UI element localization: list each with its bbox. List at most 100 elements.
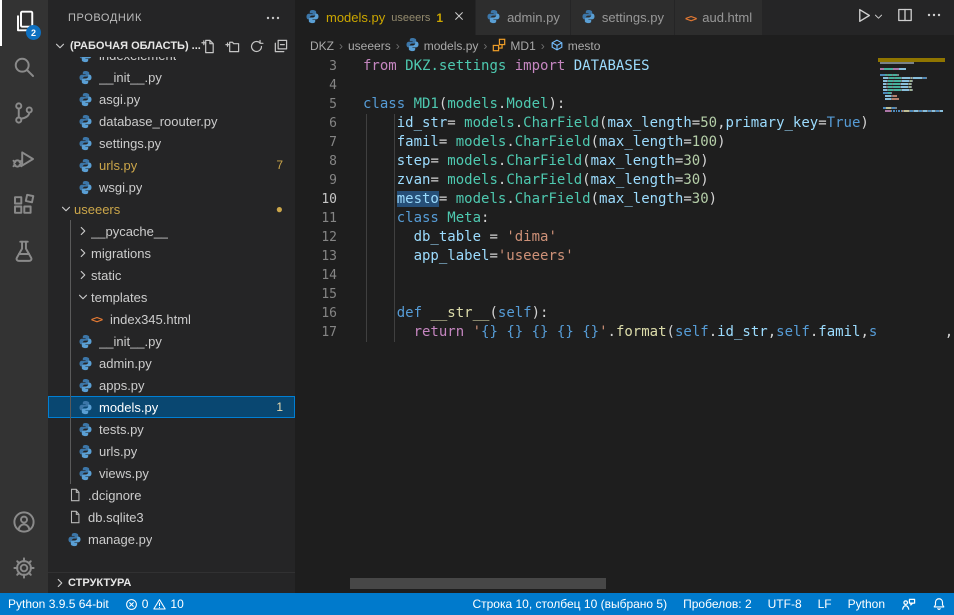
code-line-3[interactable]: 3from DKZ.settings import DATABASES [295, 57, 954, 76]
workspace-section-header[interactable]: (РАБОЧАЯ ОБЛАСТЬ) ... [48, 35, 295, 57]
code-token [363, 134, 397, 150]
code-line-14[interactable]: 14 [295, 266, 954, 285]
tree-item-urls-py[interactable]: urls.py [48, 440, 295, 462]
code-line-6[interactable]: 6 id_str= models.CharField(max_length=50… [295, 114, 954, 133]
tree-item-init-py[interactable]: __init__.py [48, 66, 295, 88]
code-line-12[interactable]: 12 db_table = 'dima' [295, 228, 954, 247]
minimap[interactable] [878, 57, 945, 593]
tree-item-settings-py[interactable]: settings.py [48, 132, 295, 154]
activity-item-account[interactable] [0, 501, 48, 547]
line-number[interactable]: 5 [295, 95, 363, 114]
tab-settings-py[interactable]: settings.py [571, 0, 675, 35]
line-number[interactable]: 3 [295, 57, 363, 76]
notifications-button[interactable] [924, 593, 954, 615]
code-token: , [945, 324, 953, 340]
feedback-button[interactable] [893, 593, 924, 615]
collapse-all-icon[interactable] [273, 39, 288, 54]
tab-aud-html[interactable]: <>aud.html [675, 0, 763, 35]
code-line-8[interactable]: 8 step= models.CharField(max_length=30) [295, 152, 954, 171]
tree-item-tests-py[interactable]: tests.py [48, 418, 295, 440]
tree-item-manage-py[interactable]: manage.py [48, 528, 295, 550]
tree-item-templates[interactable]: templates [48, 286, 295, 308]
tree-item-init-py[interactable]: __init__.py [48, 330, 295, 352]
tree-item-pycache[interactable]: __pycache__ [48, 220, 295, 242]
line-number[interactable]: 12 [295, 228, 363, 247]
code-line-4[interactable]: 4 [295, 76, 954, 95]
code-line-17[interactable]: 17 return '{} {} {} {} {}'.format(self.i… [295, 323, 954, 342]
line-number[interactable]: 9 [295, 171, 363, 190]
code-line-15[interactable]: 15 [295, 285, 954, 304]
breadcrumb-item-useeers[interactable]: useeers [348, 39, 391, 53]
code-line-13[interactable]: 13 app_label='useeers' [295, 247, 954, 266]
more-actions-icon[interactable] [265, 10, 281, 26]
breadcrumb-item-md1[interactable]: MD1 [492, 38, 535, 55]
line-number[interactable]: 15 [295, 285, 363, 304]
indent-guide [394, 190, 395, 209]
code-editor[interactable]: 3from DKZ.settings import DATABASES45cla… [295, 57, 954, 593]
tree-item-indexelement[interactable]: indexelement [48, 57, 295, 66]
activity-item-search[interactable] [0, 46, 48, 92]
cursor-position[interactable]: Строка 10, столбец 10 (выбрано 5) [464, 593, 675, 615]
line-number[interactable]: 8 [295, 152, 363, 171]
encoding-setting[interactable]: UTF-8 [760, 593, 810, 615]
horizontal-scrollbar[interactable] [350, 578, 606, 589]
new-file-icon[interactable] [201, 39, 216, 54]
code-token: ) [700, 172, 708, 188]
python-interpreter[interactable]: Python 3.9.5 64-bit [0, 593, 117, 615]
tree-item-models-py[interactable]: models.py1 [48, 396, 295, 418]
activity-item-explorer[interactable]: 2 [0, 0, 48, 46]
tree-item-database-roouter-py[interactable]: database_roouter.py [48, 110, 295, 132]
tree-item-index345-html[interactable]: <>index345.html [48, 308, 295, 330]
code-line-11[interactable]: 11 class Meta: [295, 209, 954, 228]
line-number[interactable]: 13 [295, 247, 363, 266]
activity-item-source-control[interactable] [0, 92, 48, 138]
indent-guide [366, 228, 367, 247]
tree-item-urls-py[interactable]: urls.py7 [48, 154, 295, 176]
breadcrumb-item-mesto[interactable]: mesto [550, 38, 601, 55]
eol-setting[interactable]: LF [810, 593, 840, 615]
run-button[interactable] [855, 7, 884, 29]
tree-item-db-sqlite3[interactable]: db.sqlite3 [48, 506, 295, 528]
activity-item-manage[interactable] [0, 547, 48, 593]
breadcrumb-item-models-py[interactable]: models.py [405, 37, 479, 55]
tree-item-useeers[interactable]: useeers● [48, 198, 295, 220]
tab-models-py[interactable]: models.pyuseeers1 [295, 0, 476, 35]
code-line-16[interactable]: 16 def __str__(self): [295, 304, 954, 323]
tree-item-admin-py[interactable]: admin.py [48, 352, 295, 374]
outline-section-header[interactable]: СТРУКТУРА [48, 572, 295, 593]
line-number[interactable]: 6 [295, 114, 363, 133]
problems-indicator[interactable]: 0 10 [117, 593, 192, 615]
new-folder-icon[interactable] [225, 39, 240, 54]
split-editor-button[interactable] [897, 7, 913, 28]
indentation-setting[interactable]: Пробелов: 2 [675, 593, 760, 615]
breadcrumb-item-dkz[interactable]: DKZ [310, 39, 334, 53]
tree-item-migrations[interactable]: migrations [48, 242, 295, 264]
tree-item-views-py[interactable]: views.py [48, 462, 295, 484]
line-number[interactable]: 16 [295, 304, 363, 323]
code-line-10[interactable]: 10 mesto= models.CharField(max_length=30… [295, 190, 954, 209]
code-lines[interactable]: 3from DKZ.settings import DATABASES45cla… [295, 57, 954, 342]
activity-item-testing[interactable] [0, 230, 48, 276]
tree-item-asgi-py[interactable]: asgi.py [48, 88, 295, 110]
code-line-9[interactable]: 9 zvan= models.CharField(max_length=30) [295, 171, 954, 190]
refresh-icon[interactable] [249, 39, 264, 54]
line-number[interactable]: 14 [295, 266, 363, 285]
line-number[interactable]: 11 [295, 209, 363, 228]
tree-item-apps-py[interactable]: apps.py [48, 374, 295, 396]
more-actions-button[interactable] [926, 7, 942, 28]
close-icon[interactable] [453, 10, 465, 25]
line-number[interactable]: 17 [295, 323, 363, 342]
tree-item-static[interactable]: static [48, 264, 295, 286]
code-token: = [818, 115, 826, 131]
line-number[interactable]: 10 [295, 190, 363, 209]
tree-item-wsgi-py[interactable]: wsgi.py [48, 176, 295, 198]
code-line-5[interactable]: 5class MD1(models.Model): [295, 95, 954, 114]
line-number[interactable]: 7 [295, 133, 363, 152]
activity-item-extensions[interactable] [0, 184, 48, 230]
line-number[interactable]: 4 [295, 76, 363, 95]
tab-admin-py[interactable]: admin.py [476, 0, 571, 35]
code-line-7[interactable]: 7 famil= models.CharField(max_length=100… [295, 133, 954, 152]
language-mode[interactable]: Python [840, 593, 893, 615]
activity-item-run-and-debug[interactable] [0, 138, 48, 184]
tree-item-dcignore[interactable]: .dcignore [48, 484, 295, 506]
